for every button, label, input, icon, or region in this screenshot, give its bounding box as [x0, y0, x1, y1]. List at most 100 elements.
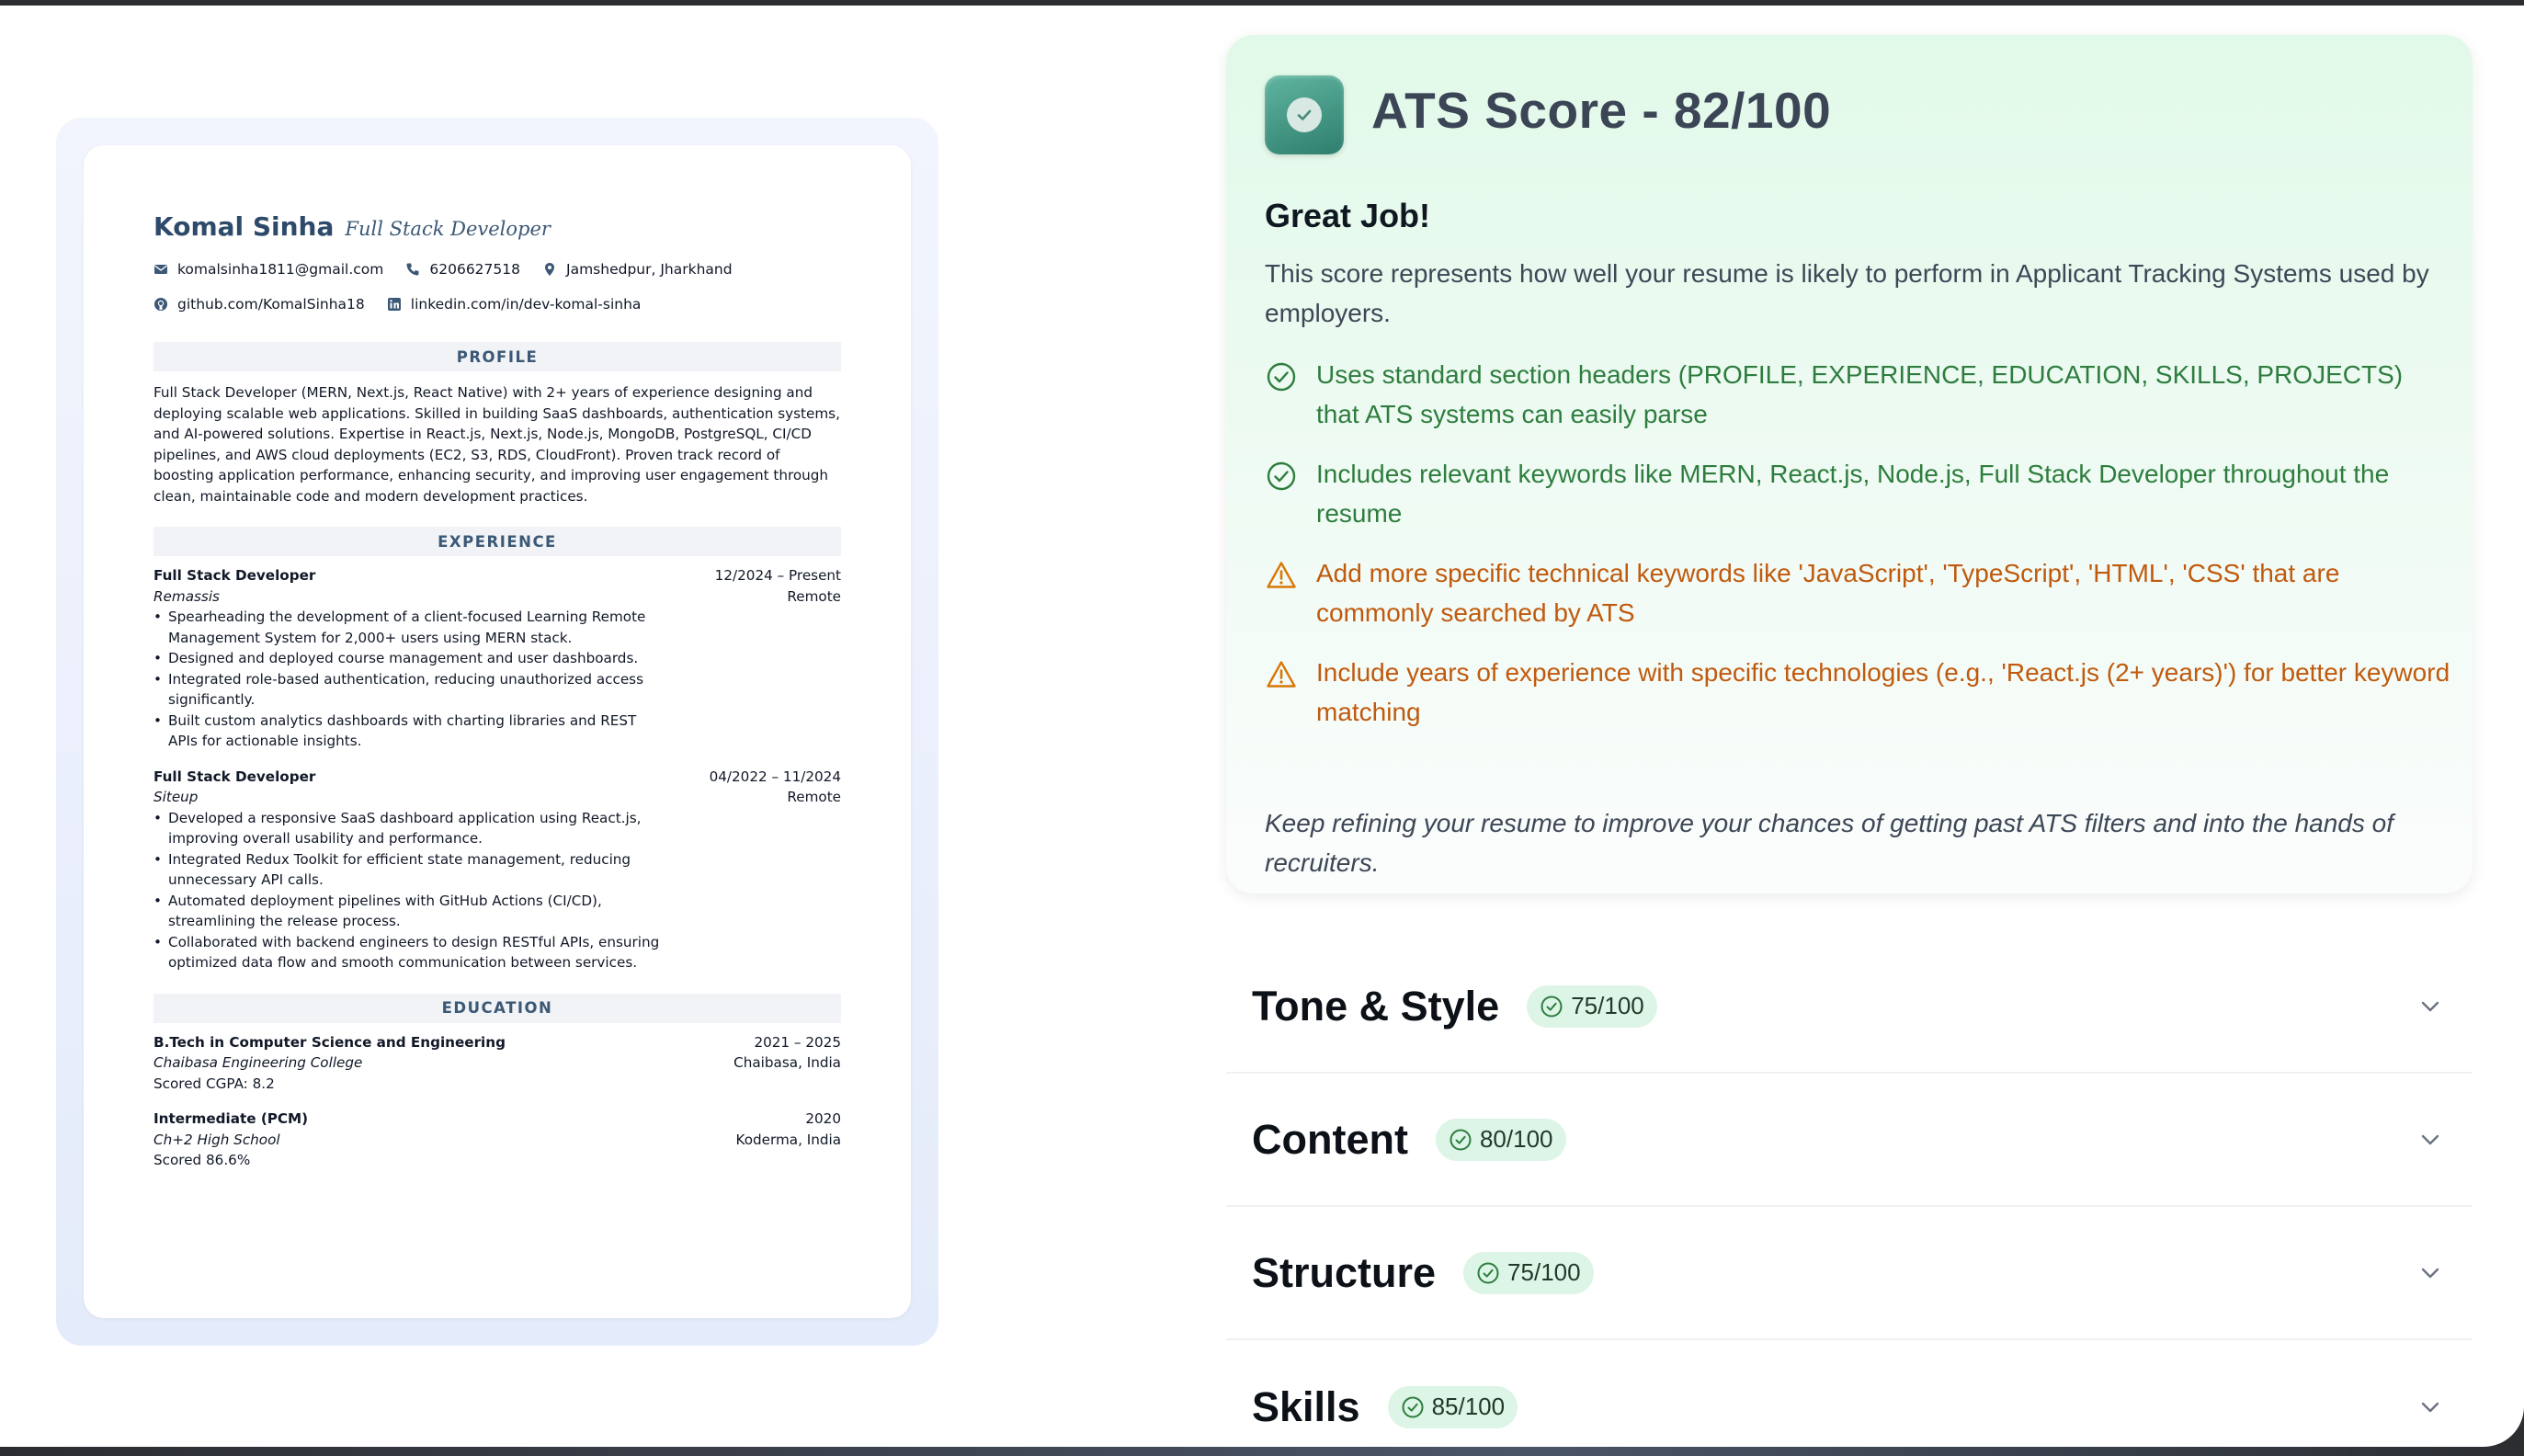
ats-badge-inner — [1287, 97, 1322, 132]
ats-description: This score represents how well your resu… — [1265, 259, 2429, 327]
education-years: 2021 – 2025 — [754, 1033, 841, 1051]
ats-tip: Includes relevant keywords like MERN, Re… — [1265, 454, 2450, 533]
accordion-content[interactable]: Content 80/100 — [1226, 1074, 2473, 1207]
link-linkedin-text: linkedin.com/in/dev-komal-sinha — [410, 296, 642, 313]
warning-triangle-icon — [1267, 562, 1296, 588]
job-title: Full Stack Developer — [153, 768, 316, 785]
phone-icon — [406, 263, 419, 276]
job-dates: 04/2022 – 11/2024 — [709, 768, 841, 785]
contact-location-text: Jamshedpur, Jharkhand — [566, 261, 733, 278]
contact-location: Jamshedpur, Jharkhand — [542, 261, 733, 278]
resume-contacts: komalsinha1811@gmail.com 6206627518 Jams… — [153, 252, 841, 287]
job-title-row: Full Stack Developer 12/2024 – Present — [153, 565, 841, 586]
education-entry: B.Tech in Computer Science and Engineeri… — [153, 1032, 841, 1095]
ats-tip-text: Include years of experience with specifi… — [1316, 658, 2450, 726]
location-icon — [545, 263, 554, 276]
resume-name: Komal Sinha — [153, 211, 335, 242]
education-degree: B.Tech in Computer Science and Engineeri… — [153, 1033, 506, 1051]
resume-content: Komal Sinha Full Stack Developer komalsi… — [153, 211, 841, 1171]
education-school-row: Ch+2 High School Koderma, India — [153, 1130, 841, 1151]
accordion-skills[interactable]: Skills 85/100 — [1226, 1340, 2473, 1456]
resume-header: Komal Sinha Full Stack Developer — [153, 211, 841, 252]
accordion-title: Skills — [1252, 1382, 1360, 1430]
ats-tip: Uses standard section headers (PROFILE, … — [1265, 355, 2450, 434]
education-degree: Intermediate (PCM) — [153, 1110, 309, 1127]
job-entry: Full Stack Developer 04/2022 – 11/2024 S… — [153, 767, 841, 973]
ats-score-card: ATS Score - 82/100 Great Job! This score… — [1226, 35, 2473, 893]
link-github-text: github.com/KomalSinha18 — [177, 296, 365, 313]
score-badge-text: 75/100 — [1571, 992, 1644, 1019]
warning-triangle-icon — [1267, 661, 1296, 688]
accordion-structure[interactable]: Structure 75/100 — [1226, 1207, 2473, 1340]
education-location: Koderma, India — [735, 1131, 841, 1148]
education-degree-row: Intermediate (PCM) 2020 — [153, 1109, 841, 1130]
job-bullets: Spearheading the development of a client… — [153, 607, 668, 752]
job-dates: 12/2024 – Present — [714, 567, 841, 584]
job-company-row: Siteup Remote — [153, 787, 841, 808]
mail-icon — [154, 265, 167, 274]
education-score-row: Scored CGPA: 8.2 — [153, 1074, 841, 1095]
job-location: Remote — [787, 587, 841, 605]
education-score: Scored CGPA: 8.2 — [153, 1075, 275, 1092]
job-entry: Full Stack Developer 12/2024 – Present R… — [153, 565, 841, 752]
check-circle-icon — [1402, 1396, 1424, 1417]
ats-score-title: ATS Score - 82/100 — [1371, 82, 1832, 139]
chevron-down-icon[interactable] — [2417, 994, 2443, 1019]
window-bottom-edge — [0, 1447, 2524, 1456]
ats-footer-note: Keep refining your resume to improve you… — [1265, 809, 2394, 877]
job-bullet: Integrated role-based authentication, re… — [153, 669, 668, 711]
check-icon — [1297, 109, 1312, 120]
profile-summary: Full Stack Developer (MERN, Next.js, Rea… — [153, 384, 840, 505]
score-badge: 80/100 — [1435, 1118, 1566, 1161]
job-title: Full Stack Developer — [153, 567, 316, 584]
education-score: Scored 86.6% — [153, 1152, 251, 1168]
job-company: Siteup — [153, 789, 199, 805]
job-location: Remote — [787, 789, 841, 805]
chevron-down-icon[interactable] — [2417, 1260, 2443, 1286]
contact-email-text: komalsinha1811@gmail.com — [177, 261, 384, 278]
job-bullet: Built custom analytics dashboards with c… — [153, 711, 668, 752]
ats-badge — [1265, 75, 1344, 154]
chevron-down-icon[interactable] — [2417, 1394, 2443, 1420]
chevron-down-icon[interactable] — [2417, 1127, 2443, 1153]
ats-tip-text: Uses standard section headers (PROFILE, … — [1316, 360, 2404, 428]
ats-tips-list: Uses standard section headers (PROFILE, … — [1265, 355, 2450, 752]
check-circle-icon — [1267, 362, 1296, 392]
accordion-title: Tone & Style — [1252, 982, 1500, 1029]
github-icon — [154, 298, 167, 311]
education-location: Chaibasa, India — [733, 1054, 841, 1071]
section-heading-profile: PROFILE — [153, 342, 841, 371]
link-github[interactable]: github.com/KomalSinha18 — [153, 296, 365, 313]
resume-role: Full Stack Developer — [345, 218, 551, 240]
score-badge-text: 85/100 — [1431, 1393, 1506, 1420]
linkedin-icon — [387, 298, 401, 311]
job-bullet: Spearheading the development of a client… — [153, 607, 668, 648]
page: Komal Sinha Full Stack Developer komalsi… — [0, 6, 2524, 1447]
link-linkedin[interactable]: linkedin.com/in/dev-komal-sinha — [387, 296, 642, 313]
job-company-row: Remassis Remote — [153, 586, 841, 608]
score-badge: 85/100 — [1387, 1385, 1518, 1428]
education-school: Chaibasa Engineering College — [153, 1054, 363, 1071]
education-years: 2020 — [805, 1110, 841, 1127]
section-heading-experience: EXPERIENCE — [153, 527, 841, 556]
ats-tip-text: Includes relevant keywords like MERN, Re… — [1316, 460, 2390, 528]
education-entry: Intermediate (PCM) 2020 Ch+2 High School… — [153, 1109, 841, 1171]
check-circle-icon — [1477, 1262, 1499, 1283]
job-bullet: Collaborated with backend engineers to d… — [153, 932, 668, 973]
section-heading-education: EDUCATION — [153, 993, 841, 1023]
score-badge-text: 80/100 — [1479, 1125, 1553, 1153]
contact-phone-text: 6206627518 — [429, 261, 520, 278]
ats-tip: Add more specific technical keywords lik… — [1265, 553, 2450, 632]
resume-preview-frame: Komal Sinha Full Stack Developer komalsi… — [56, 118, 938, 1346]
contact-phone: 6206627518 — [405, 261, 520, 278]
job-bullet: Integrated Redux Toolkit for efficient s… — [153, 849, 668, 891]
job-bullet: Automated deployment pipelines with GitH… — [153, 891, 668, 932]
education-degree-row: B.Tech in Computer Science and Engineeri… — [153, 1032, 841, 1053]
accordion-title: Structure — [1252, 1248, 1437, 1296]
score-badge: 75/100 — [1463, 1251, 1594, 1294]
job-company: Remassis — [153, 587, 220, 605]
check-circle-icon — [1267, 461, 1296, 491]
score-badge-text: 75/100 — [1507, 1258, 1581, 1286]
contact-email: komalsinha1811@gmail.com — [153, 261, 383, 278]
accordion-tone-style[interactable]: Tone & Style 75/100 — [1226, 940, 2473, 1074]
